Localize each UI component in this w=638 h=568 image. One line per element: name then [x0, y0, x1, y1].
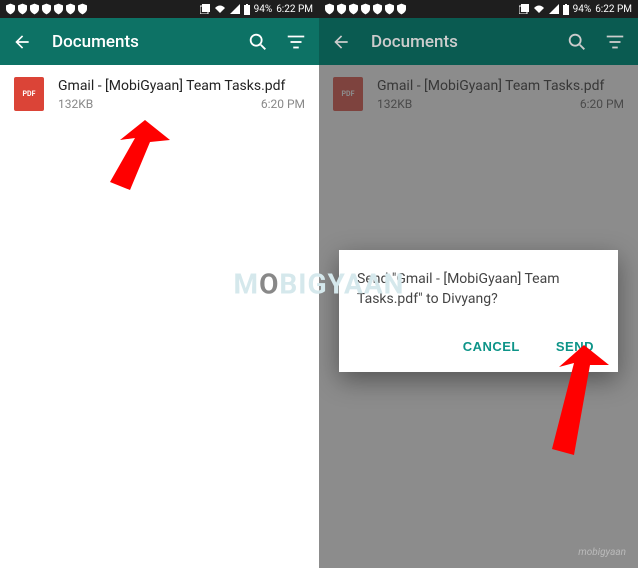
status-shield-icons: [6, 3, 87, 15]
battery-percent: 94%: [573, 4, 592, 15]
screen-documents-list: 94% 6:22 PM Documents Gmail - [MobiGyaan…: [0, 0, 319, 568]
document-size: 132KB: [58, 97, 93, 111]
document-name: Gmail - [MobiGyaan] Team Tasks.pdf: [58, 77, 305, 95]
status-bar: 94% 6:22 PM: [0, 0, 319, 18]
app-bar: Documents: [0, 18, 319, 65]
filter-icon[interactable]: [285, 31, 307, 53]
back-arrow-icon[interactable]: [12, 32, 32, 52]
annotation-arrow-icon: [90, 120, 170, 190]
wifi-icon: [533, 4, 545, 14]
clock-time: 6:22 PM: [276, 4, 313, 15]
document-item[interactable]: Gmail - [MobiGyaan] Team Tasks.pdf 132KB…: [0, 65, 319, 123]
wifi-icon: [214, 4, 226, 14]
signal-icon: [549, 4, 559, 14]
document-time: 6:20 PM: [261, 97, 305, 111]
dialog-message: Send "Gmail - [MobiGyaan] Team Tasks.pdf…: [357, 270, 600, 309]
screen-send-dialog: 94% 6:22 PM Documents Gmail - [MobiGyaan…: [319, 0, 638, 568]
signal-icon: [230, 4, 240, 14]
cancel-button[interactable]: CANCEL: [457, 335, 526, 358]
battery-icon: [563, 4, 569, 15]
app-bar: Documents: [319, 18, 638, 65]
battery-icon: [244, 4, 250, 15]
screenshot-icon: [200, 4, 210, 14]
clock-time: 6:22 PM: [595, 4, 632, 15]
screenshot-icon: [519, 4, 529, 14]
status-bar: 94% 6:22 PM: [319, 0, 638, 18]
watermark-corner: mobigyaan: [578, 547, 626, 558]
annotation-arrow-icon: [534, 345, 614, 455]
back-arrow-icon[interactable]: [331, 32, 351, 52]
search-icon[interactable]: [566, 31, 588, 53]
status-shield-icons: [325, 3, 406, 15]
battery-percent: 94%: [254, 4, 273, 15]
filter-icon[interactable]: [604, 31, 626, 53]
page-title: Documents: [371, 32, 550, 52]
search-icon[interactable]: [247, 31, 269, 53]
pdf-file-icon: [14, 77, 44, 111]
page-title: Documents: [52, 32, 231, 52]
